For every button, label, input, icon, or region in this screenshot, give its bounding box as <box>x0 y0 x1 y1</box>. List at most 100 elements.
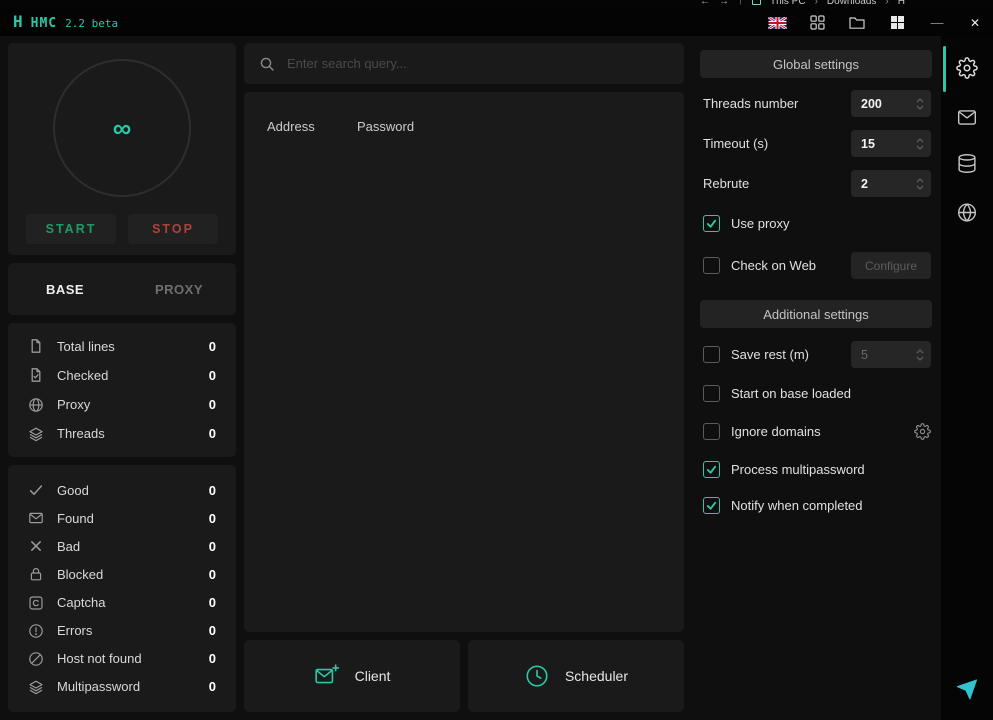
stepper-down-icon[interactable] <box>916 356 924 361</box>
breadcrumb-item[interactable]: Downloads <box>827 0 876 7</box>
column-header-address[interactable]: Address <box>267 119 357 134</box>
lock-icon <box>28 566 44 582</box>
use-proxy-label: Use proxy <box>731 216 790 231</box>
stepper-up-icon[interactable] <box>916 349 924 354</box>
column-header-password[interactable]: Password <box>357 119 414 134</box>
folder-icon[interactable] <box>837 9 877 36</box>
stat-value: 0 <box>209 567 216 582</box>
rebrute-input[interactable]: 2 <box>851 170 931 197</box>
rebrute-label: Rebrute <box>703 176 749 191</box>
stat-label: Errors <box>57 623 92 638</box>
breadcrumb-item[interactable]: H <box>898 0 905 7</box>
save-rest-input[interactable]: 5 <box>851 341 931 368</box>
forward-icon[interactable]: → <box>719 0 729 7</box>
database-section-icon[interactable] <box>957 153 978 174</box>
stepper-down-icon[interactable] <box>916 105 924 110</box>
stat-row-threads: Threads 0 <box>8 421 236 447</box>
ignore-domains-gear-icon[interactable] <box>914 423 931 440</box>
host-not-found-icon <box>28 651 44 667</box>
timeout-row: Timeout (s) 15 <box>703 130 931 157</box>
settings-gear-icon[interactable] <box>956 57 978 79</box>
number-stepper <box>916 138 924 150</box>
mail-section-icon[interactable] <box>957 107 978 128</box>
background-explorer-bar: ← → ↑ This PC › Downloads › H <box>0 0 993 9</box>
timeout-label: Timeout (s) <box>703 136 768 151</box>
stat-label: Good <box>57 483 89 498</box>
tabs-card: BASE PROXY <box>8 263 236 315</box>
stat-label: Total lines <box>57 339 115 354</box>
stat-value: 0 <box>209 595 216 610</box>
breadcrumb-separator-icon: › <box>815 0 818 7</box>
stat-row-errors: Errors 0 <box>8 618 236 644</box>
file-check-icon <box>28 367 44 383</box>
stepper-down-icon[interactable] <box>916 145 924 150</box>
process-multipassword-checkbox[interactable] <box>703 461 720 478</box>
stats-card: Total lines 0 Checked 0 Proxy 0 Threads … <box>8 323 236 457</box>
threads-number-input[interactable]: 200 <box>851 90 931 117</box>
start-button[interactable]: START <box>26 214 116 244</box>
save-rest-row: Save rest (m) 5 <box>703 341 931 368</box>
progress-ring: ∞ <box>53 59 191 197</box>
breadcrumb-item[interactable]: This PC <box>770 0 806 7</box>
stat-label: Threads <box>57 426 105 441</box>
results-table: Address Password <box>244 92 684 632</box>
table-header: Address Password <box>267 119 661 134</box>
app-identity: H HMC 2.2 beta <box>0 14 118 31</box>
start-on-base-row: Start on base loaded <box>703 383 931 403</box>
back-icon[interactable]: ← <box>700 0 710 7</box>
search-bar <box>244 43 684 84</box>
stat-value: 0 <box>209 483 216 498</box>
language-flag-icon[interactable] <box>757 9 797 36</box>
close-button[interactable]: ✕ <box>957 9 993 36</box>
settings-panel: Global settings Threads number 200 Timeo… <box>692 43 941 720</box>
stat-row-captcha: Captcha 0 <box>8 590 236 616</box>
start-on-base-checkbox[interactable] <box>703 385 720 402</box>
save-rest-checkbox[interactable] <box>703 346 720 363</box>
number-stepper <box>916 178 924 190</box>
tab-base[interactable]: BASE <box>8 263 122 315</box>
threads-number-value: 200 <box>861 97 912 111</box>
timeout-value: 15 <box>861 137 912 151</box>
up-icon[interactable]: ↑ <box>738 0 743 7</box>
globe-section-icon[interactable] <box>957 202 978 223</box>
stat-value: 0 <box>209 511 216 526</box>
windows-icon[interactable] <box>877 9 917 36</box>
notify-completed-label: Notify when completed <box>731 498 863 513</box>
stop-button[interactable]: STOP <box>128 214 218 244</box>
stepper-up-icon[interactable] <box>916 138 924 143</box>
ignore-domains-label: Ignore domains <box>731 424 821 439</box>
stepper-up-icon[interactable] <box>916 178 924 183</box>
client-button[interactable]: Client <box>244 640 460 712</box>
timeout-input[interactable]: 15 <box>851 130 931 157</box>
multipassword-icon <box>28 679 44 695</box>
notify-completed-checkbox[interactable] <box>703 497 720 514</box>
search-input[interactable] <box>287 56 669 71</box>
ignore-domains-row: Ignore domains <box>703 421 931 441</box>
number-stepper <box>916 349 924 361</box>
stepper-up-icon[interactable] <box>916 98 924 103</box>
check-on-web-label: Check on Web <box>731 258 816 273</box>
scheduler-button[interactable]: Scheduler <box>468 640 684 712</box>
stepper-down-icon[interactable] <box>916 185 924 190</box>
use-proxy-checkbox[interactable] <box>703 215 720 232</box>
stat-label: Bad <box>57 539 80 554</box>
stat-row-total-lines: Total lines 0 <box>8 333 236 359</box>
additional-settings-header[interactable]: Additional settings <box>700 300 932 328</box>
telegram-send-icon[interactable] <box>956 678 979 701</box>
stat-label: Found <box>57 511 94 526</box>
breadcrumb-separator-icon: › <box>885 0 888 7</box>
apps-grid-icon[interactable] <box>797 9 837 36</box>
stat-value: 0 <box>209 426 216 441</box>
configure-button[interactable]: Configure <box>851 252 931 279</box>
check-on-web-checkbox[interactable] <box>703 257 720 274</box>
global-settings-header[interactable]: Global settings <box>700 50 932 78</box>
ignore-domains-checkbox[interactable] <box>703 423 720 440</box>
tab-proxy[interactable]: PROXY <box>122 263 236 315</box>
stat-label: Host not found <box>57 651 142 666</box>
client-button-label: Client <box>355 668 391 684</box>
stat-row-blocked: Blocked 0 <box>8 561 236 587</box>
minimize-button[interactable]: — <box>917 9 957 36</box>
process-multipassword-row: Process multipassword <box>703 459 931 479</box>
captcha-icon <box>28 595 44 611</box>
stat-row-multipassword: Multipassword 0 <box>8 674 236 700</box>
